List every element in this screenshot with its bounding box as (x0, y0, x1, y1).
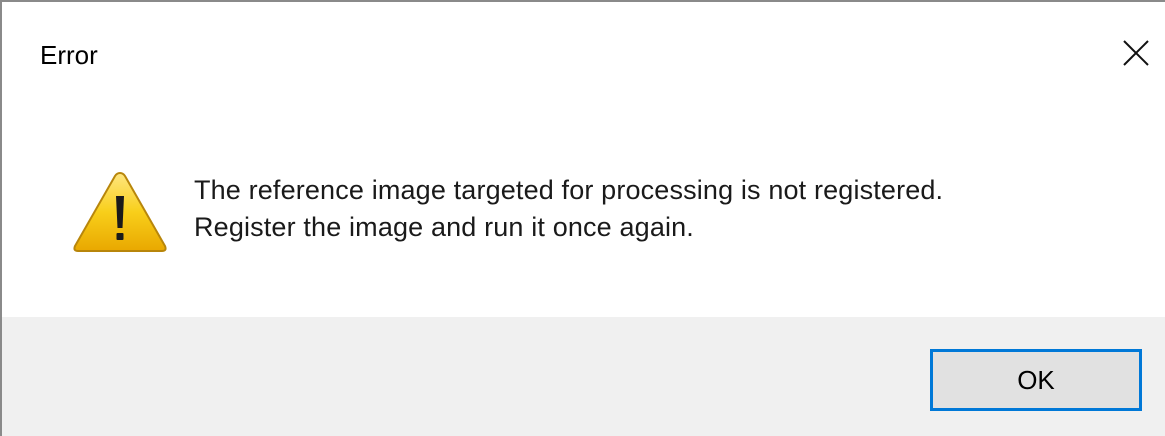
button-bar: OK (2, 317, 1165, 436)
title-bar: Error (2, 2, 1165, 102)
message-line: The reference image targeted for process… (194, 175, 944, 205)
dialog-title: Error (40, 40, 98, 70)
dialog-content: The reference image targeted for process… (2, 102, 1165, 317)
warning-icon (73, 171, 167, 252)
message-line: Register the image and run it once again… (194, 212, 694, 242)
ok-button[interactable]: OK (930, 349, 1142, 411)
close-icon (1123, 40, 1149, 66)
close-button[interactable] (1109, 24, 1165, 80)
error-dialog: Error The reference image targeted for p… (0, 0, 1165, 436)
error-message: The reference image targeted for process… (194, 172, 943, 246)
